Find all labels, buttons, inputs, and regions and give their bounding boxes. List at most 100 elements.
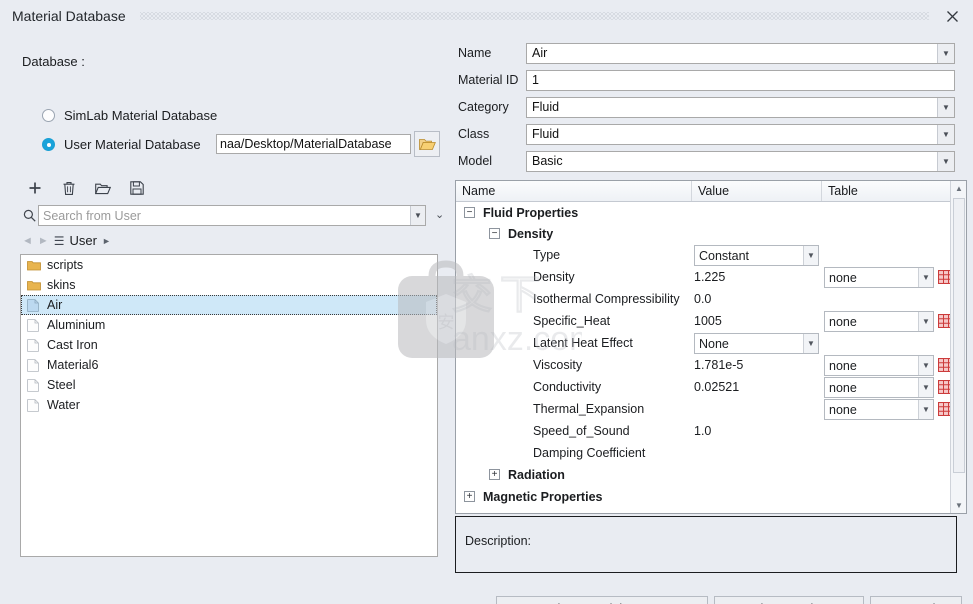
row-name: Conductivity — [533, 380, 602, 394]
table-row[interactable]: Speed_of_Sound 1.0 — [456, 420, 950, 442]
breadcrumb-root[interactable]: User — [70, 233, 97, 248]
table-ref-combo[interactable]: none ▼ — [824, 355, 934, 376]
column-header-value[interactable]: Value — [692, 181, 822, 201]
search-box[interactable]: ▼ — [38, 205, 426, 226]
table-row[interactable]: + Radiation — [456, 464, 950, 486]
material-list[interactable]: scripts skins Air Aluminium Cast Iron Ma… — [20, 254, 438, 557]
column-header-table[interactable]: Table — [822, 181, 952, 201]
table-row[interactable]: Conductivity 0.02521 none ▼ — [456, 376, 955, 398]
row-name: Speed_of_Sound — [533, 424, 630, 438]
save-database-button[interactable] — [127, 178, 147, 198]
chevron-down-icon[interactable]: ▼ — [937, 97, 954, 117]
scrollbar-thumb[interactable] — [953, 198, 965, 473]
chevron-down-icon[interactable]: ▼ — [937, 124, 954, 144]
chevron-down-icon[interactable]: ▼ — [803, 246, 818, 265]
type-value-combo[interactable]: Constant ▼ — [694, 245, 819, 266]
list-item[interactable]: scripts — [21, 255, 437, 275]
list-item[interactable]: Steel — [21, 375, 437, 395]
table-row[interactable]: − Fluid Properties — [456, 202, 950, 224]
table-ref-combo[interactable]: none ▼ — [824, 377, 934, 398]
list-item[interactable]: Water — [21, 395, 437, 415]
expand-icon[interactable]: + — [489, 469, 500, 480]
chevron-down-icon[interactable]: ▼ — [918, 312, 933, 331]
expand-options-icon[interactable]: ⌄ — [435, 210, 444, 221]
close-icon[interactable] — [939, 3, 965, 29]
breadcrumb: ◄ ► ☰ User ► — [22, 233, 111, 248]
drag-grip[interactable] — [139, 12, 929, 20]
title-bar: Material Database — [0, 0, 973, 32]
search-input[interactable] — [39, 206, 410, 225]
description-box[interactable]: Description: — [455, 516, 957, 573]
column-header-name[interactable]: Name — [456, 181, 692, 201]
radio-simlab-material-database[interactable]: SimLab Material Database — [42, 108, 217, 123]
table-row[interactable]: Density 1.225 none ▼ — [456, 266, 955, 288]
table-row[interactable]: Damping Coefficient — [456, 442, 950, 464]
list-item-selected[interactable]: Air — [21, 295, 437, 315]
scroll-up-icon[interactable]: ▲ — [951, 181, 966, 196]
database-label: Database : — [22, 54, 85, 69]
table-vertical-scrollbar[interactable]: ▲ ▼ — [950, 181, 966, 513]
table-row[interactable]: Type Constant ▼ — [456, 244, 950, 266]
name-value: Air — [532, 46, 548, 60]
search-history-dropdown[interactable]: ▼ — [410, 206, 425, 225]
table-row[interactable]: + Magnetic Properties — [456, 486, 950, 508]
table-ref-combo[interactable]: none ▼ — [824, 399, 934, 420]
database-path-field[interactable]: naa/Desktop/MaterialDatabase — [216, 134, 411, 154]
row-name: Viscosity — [533, 358, 583, 372]
delete-material-button[interactable] — [59, 178, 79, 198]
model-combo[interactable]: Basic ▼ — [526, 150, 955, 172]
chevron-down-icon[interactable]: ▼ — [937, 151, 954, 171]
chevron-down-icon[interactable]: ▼ — [918, 268, 933, 287]
radio-icon-simlab[interactable] — [42, 109, 55, 122]
latent-heat-combo[interactable]: None ▼ — [694, 333, 819, 354]
material-database-dialog: Material Database Database : SimLab Mate… — [0, 0, 973, 604]
browse-folder-button[interactable] — [414, 131, 440, 157]
table-ref-combo[interactable]: none ▼ — [824, 311, 934, 332]
category-value: Fluid — [532, 100, 560, 114]
scroll-down-icon[interactable]: ▼ — [951, 498, 966, 513]
list-item[interactable]: Aluminium — [21, 315, 437, 335]
forward-arrow-icon[interactable]: ► — [38, 235, 49, 247]
chevron-down-icon[interactable]: ▼ — [918, 378, 933, 397]
table-ref-combo[interactable]: none ▼ — [824, 267, 934, 288]
collapse-icon[interactable]: − — [464, 207, 475, 218]
update-database-button[interactable]: Update Database — [714, 596, 864, 604]
collapse-icon[interactable]: − — [489, 228, 500, 239]
add-material-button[interactable] — [25, 178, 45, 198]
properties-table[interactable]: Name Value Table − Fluid Properties − De… — [455, 180, 967, 514]
field-material-id: Material ID 1 — [458, 69, 955, 91]
list-item[interactable]: Cast Iron — [21, 335, 437, 355]
list-toolbar — [25, 178, 147, 198]
radio-user-material-database[interactable]: User Material Database — [42, 137, 201, 152]
list-item[interactable]: Material6 — [21, 355, 437, 375]
class-combo[interactable]: Fluid ▼ — [526, 123, 955, 145]
category-combo[interactable]: Fluid ▼ — [526, 96, 955, 118]
breadcrumb-chevron-icon[interactable]: ► — [102, 236, 111, 246]
breadcrumb-menu-icon[interactable]: ☰ — [54, 234, 65, 248]
back-arrow-icon[interactable]: ◄ — [22, 235, 33, 247]
material-id-input[interactable]: 1 — [526, 69, 955, 91]
table-row[interactable]: Viscosity 1.781e-5 none ▼ — [456, 354, 955, 376]
chevron-down-icon[interactable]: ▼ — [918, 356, 933, 375]
table-row[interactable]: Isothermal Compressibility 0.0 — [456, 288, 950, 310]
chevron-down-icon[interactable]: ▼ — [803, 334, 818, 353]
table-row[interactable]: Latent Heat Effect None ▼ — [456, 332, 950, 354]
row-name: Density — [508, 227, 554, 241]
radio-icon-user[interactable] — [42, 138, 55, 151]
list-item[interactable]: skins — [21, 275, 437, 295]
description-label: Description: — [465, 534, 531, 548]
table-row[interactable]: Specific_Heat 1005 none ▼ — [456, 310, 955, 332]
cancel-button[interactable]: Cancel — [870, 596, 962, 604]
open-database-button[interactable] — [93, 178, 113, 198]
table-row[interactable]: − Density — [456, 223, 950, 245]
row-name: Isothermal Compressibility — [533, 292, 680, 306]
table-row[interactable]: Thermal_Expansion none ▼ — [456, 398, 955, 420]
chevron-down-icon[interactable]: ▼ — [918, 400, 933, 419]
load-to-material-browser-button[interactable]: Load to Material Browser — [496, 596, 708, 604]
expand-icon[interactable]: + — [464, 491, 475, 502]
table-body: − Fluid Properties − Density Type Consta… — [456, 202, 966, 513]
field-label-name: Name — [458, 46, 492, 60]
name-combo[interactable]: Air ▼ — [526, 42, 955, 64]
save-icon — [130, 181, 144, 195]
chevron-down-icon[interactable]: ▼ — [937, 43, 954, 63]
